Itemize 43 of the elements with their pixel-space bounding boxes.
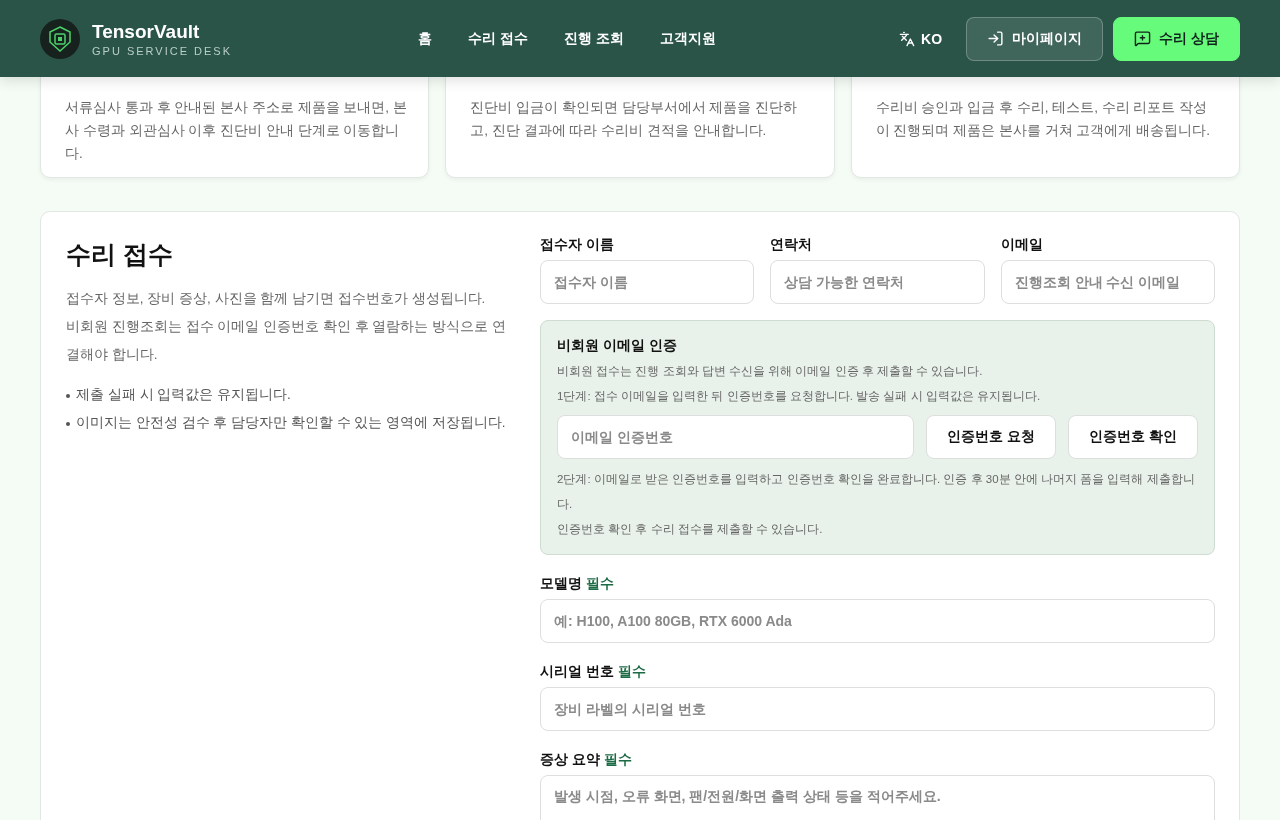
field-label: 연락처 bbox=[770, 236, 814, 254]
input-field[interactable]: 예: H100, A100 80GB, RTX 6000 Ada bbox=[540, 599, 1215, 643]
input-field[interactable]: 접수자 이름 bbox=[540, 260, 755, 304]
translate-icon bbox=[899, 30, 916, 47]
input-field[interactable]: 상담 가능한 연락처 bbox=[770, 260, 985, 304]
field-label: 시리얼 번호 필수 bbox=[540, 663, 647, 681]
input-field[interactable]: 진행조회 안내 수신 이메일 bbox=[1000, 260, 1215, 304]
bullet-icon bbox=[66, 394, 70, 398]
help-text: 인증번호 확인 후 수리 접수를 제출할 수 있습니다. bbox=[557, 522, 824, 537]
field-label: 모델명 필수 bbox=[540, 575, 615, 593]
verify-button[interactable]: 인증번호 요청 bbox=[926, 415, 1057, 459]
help-text: 비회원 접수는 진행 조회와 답변 수신을 위해 이메일 인증 후 제출할 수 있습니다. bbox=[557, 364, 984, 379]
brand-name: TensorVault bbox=[92, 20, 201, 43]
nav-link[interactable]: 진행 조회 bbox=[563, 29, 624, 48]
input-field[interactable]: 장비 라벨의 시리얼 번호 bbox=[540, 687, 1215, 731]
textarea-field[interactable]: 발생 시점, 오류 화면, 팬/전원/화면 출력 상태 등을 적어주세요. bbox=[540, 775, 1215, 820]
nav-link[interactable]: 고객지원 bbox=[659, 29, 716, 48]
login-icon bbox=[987, 30, 1005, 47]
note-text: 이미지는 안전성 검수 후 담당자만 확인할 수 있는 영역에 저장됩니다. bbox=[76, 414, 506, 432]
nav-link[interactable]: 수리 접수 bbox=[468, 29, 528, 48]
note-text: 제출 실패 시 입력값은 유지됩니다. bbox=[76, 386, 291, 404]
intro-text: 접수자 정보, 장비 증상, 사진을 함께 남기면 접수번호가 생성됩니다. bbox=[66, 290, 487, 308]
code-input-field[interactable]: 이메일 인증번호 bbox=[557, 415, 915, 459]
chip-logo-icon bbox=[40, 18, 80, 59]
step-description: 수리비 승인과 입금 후 수리, 테스트, 수리 리포트 작성이 진행되며 제품은 본사를 거쳐 고객에게 배송됩니다. bbox=[875, 99, 1211, 140]
step-description: 진단비 입금이 확인되면 담당부서에서 제품을 진단하고, 진단 결과에 따라 수리비 견적을 안내합니다. bbox=[470, 99, 799, 140]
brand-tagline: GPU SERVICE DESK bbox=[92, 44, 232, 57]
field-label: 접수자 이름 bbox=[540, 236, 615, 254]
bullet-icon bbox=[66, 422, 70, 426]
verification-title: 비회원 이메일 인증 bbox=[557, 337, 678, 355]
help-text: 1단계: 접수 이메일을 입력한 뒤 인증번호를 요청합니다. 발송 실패 시 입력값은 유지됩니다. bbox=[557, 389, 1042, 404]
help-text: 2단계: 이메일로 받은 인증번호를 입력하고 인증번호 확인을 완료합니다. 인증 후 30분 안에 나머지 폼을 입력해 제출합니다. bbox=[557, 472, 1196, 512]
language-button[interactable]: KO bbox=[885, 22, 957, 55]
intro-text: 비회원 진행조회는 접수 이메일 인증번호 확인 후 열람하는 방식으로 연결해야 합니다. bbox=[66, 318, 507, 364]
consult-button[interactable]: 수리 상담 bbox=[1113, 16, 1240, 61]
field-label: 증상 요약 필수 bbox=[540, 751, 633, 769]
mypage-button[interactable]: 마이페이지 bbox=[966, 16, 1104, 61]
message-plus-icon bbox=[1134, 30, 1152, 47]
step-description: 서류심사 통과 후 안내된 본사 주소로 제품을 보내면, 본사 수령과 외관심사 이후 진단비 안내 단계로 이동합니다. bbox=[65, 99, 408, 163]
section-title: 수리 접수 bbox=[66, 239, 174, 270]
verify-button[interactable]: 인증번호 확인 bbox=[1068, 415, 1198, 459]
field-label: 이메일 bbox=[1000, 236, 1044, 254]
nav-link[interactable]: 홈 bbox=[418, 29, 432, 48]
